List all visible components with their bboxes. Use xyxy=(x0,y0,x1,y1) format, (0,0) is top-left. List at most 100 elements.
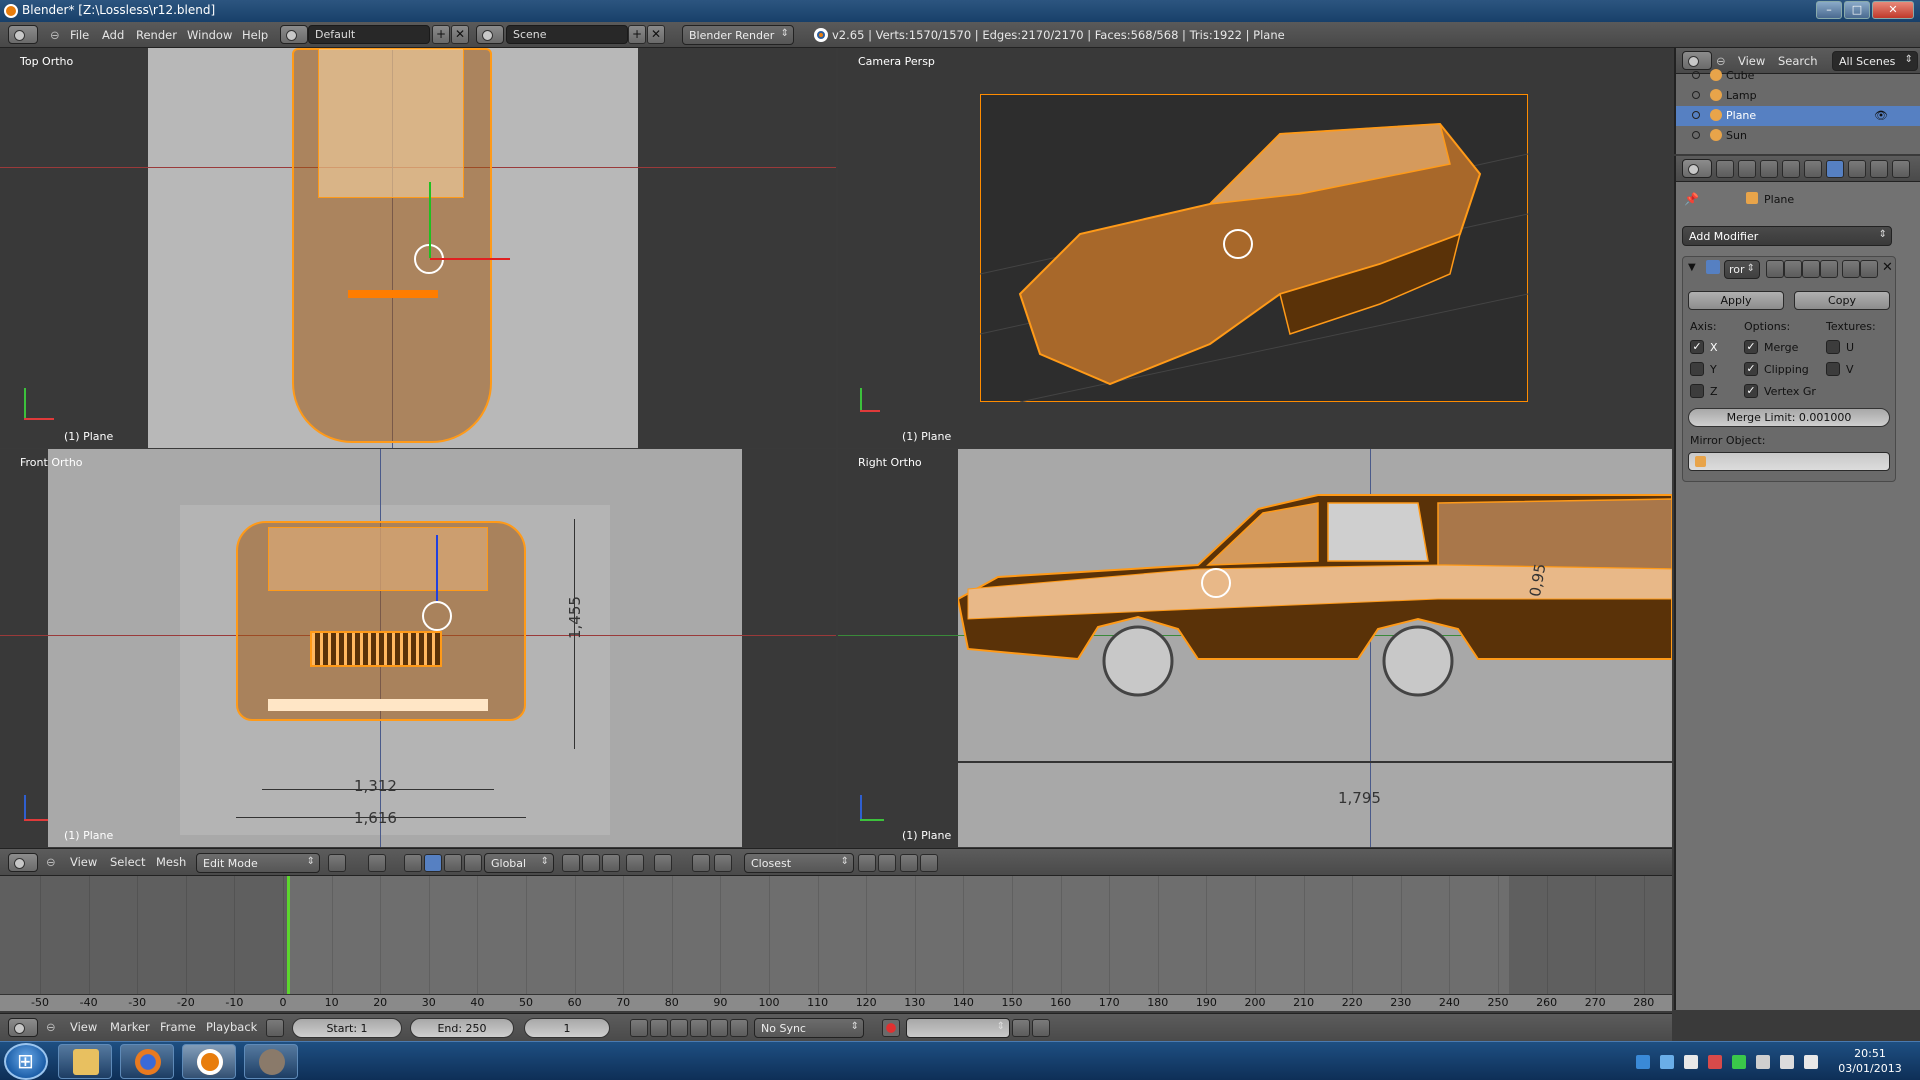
menu-help[interactable]: Help xyxy=(242,28,268,42)
scene-icon[interactable] xyxy=(476,25,504,44)
snap-toggle-icon[interactable] xyxy=(692,854,710,872)
tray-volume-icon[interactable] xyxy=(1804,1055,1818,1069)
axis-y-checkbox[interactable] xyxy=(1690,362,1704,376)
menu-marker[interactable]: Marker xyxy=(110,1020,150,1034)
add-layout-button[interactable]: + xyxy=(432,25,450,44)
expand-icon[interactable] xyxy=(1692,131,1700,139)
taskbar-firefox[interactable] xyxy=(120,1044,174,1079)
collapse-modifier-icon[interactable]: ▼ xyxy=(1688,262,1696,273)
remove-layout-button[interactable]: ✕ xyxy=(451,25,469,44)
modifier-render-toggle-icon[interactable] xyxy=(1766,260,1784,278)
editor-type-icon[interactable] xyxy=(8,25,38,44)
snap-target-dropdown[interactable]: Closest xyxy=(744,853,854,873)
play-reverse-icon[interactable] xyxy=(670,1019,688,1037)
y-arrow[interactable] xyxy=(429,182,431,258)
modifier-editmode-toggle-icon[interactable] xyxy=(1802,260,1820,278)
keying-set-field[interactable] xyxy=(906,1018,1010,1038)
merge-checkbox[interactable]: ✓ xyxy=(1744,340,1758,354)
editor-type-icon[interactable] xyxy=(8,853,38,872)
viewport-front-ortho[interactable]: 1,455 1,312 1,616 Front Ortho (1) Plane xyxy=(0,449,836,847)
transform-widget[interactable] xyxy=(422,601,452,631)
z-arrow[interactable] xyxy=(436,535,438,601)
taskbar-gimp[interactable] xyxy=(244,1044,298,1079)
menu-playback[interactable]: Playback xyxy=(206,1020,257,1034)
scale-manipulator-icon[interactable] xyxy=(464,854,482,872)
end-frame-field[interactable]: End: 250 xyxy=(410,1018,514,1038)
move-up-icon[interactable] xyxy=(1842,260,1860,278)
outliner-item-sun[interactable]: Sun xyxy=(1676,126,1920,146)
remove-scene-button[interactable]: ✕ xyxy=(647,25,665,44)
tray-network-icon[interactable] xyxy=(1636,1055,1650,1069)
maximize-button[interactable]: □ xyxy=(1844,1,1870,19)
texture-u-checkbox[interactable] xyxy=(1826,340,1840,354)
taskbar-explorer[interactable] xyxy=(58,1044,112,1079)
insert-keyframe-icon[interactable] xyxy=(1012,1019,1030,1037)
modifiers-tab-icon[interactable] xyxy=(1826,160,1844,178)
tray-update-icon[interactable] xyxy=(1684,1055,1698,1069)
properties-panel[interactable]: 📌 Plane Add Modifier ▼ ror ✕ Apply Copy … xyxy=(1674,156,1920,1010)
jump-end-icon[interactable] xyxy=(730,1019,748,1037)
render-anim-icon[interactable] xyxy=(878,854,896,872)
mode-dropdown[interactable]: Edit Mode xyxy=(196,853,320,873)
camera-car-render[interactable] xyxy=(980,94,1528,402)
timeline-editor[interactable]: -50 -40 -30 -20 -10 0 10 20 30 40 50 60 70 80 90 100 110… xyxy=(0,876,1672,1011)
opengl-render-icon[interactable] xyxy=(900,854,918,872)
system-clock[interactable]: 20:51 03/01/2013 xyxy=(1830,1046,1910,1076)
editor-type-icon[interactable] xyxy=(8,1018,38,1037)
viewport-top-ortho[interactable]: Top Ortho (1) Plane xyxy=(0,48,836,448)
play-icon[interactable] xyxy=(690,1019,708,1037)
outliner-item-cube[interactable]: Cube xyxy=(1676,66,1920,86)
side-car-mesh[interactable] xyxy=(958,489,1672,749)
remove-modifier-icon[interactable]: ✕ xyxy=(1882,260,1893,275)
clipping-checkbox[interactable]: ✓ xyxy=(1744,362,1758,376)
pin-icon[interactable]: 📌 xyxy=(1684,192,1699,206)
timeline-ruler[interactable]: -50 -40 -30 -20 -10 0 10 20 30 40 50 60 70 80 90 100 110… xyxy=(0,994,1672,1011)
jump-start-icon[interactable] xyxy=(630,1019,648,1037)
next-keyframe-icon[interactable] xyxy=(710,1019,728,1037)
move-down-icon[interactable] xyxy=(1860,260,1878,278)
viewport-right-ortho[interactable]: 1,795 0,95 Right Ortho (1) Plane xyxy=(838,449,1672,847)
scene-field[interactable]: Scene xyxy=(506,25,628,44)
expand-icon[interactable] xyxy=(1692,71,1700,79)
render-engine-dropdown[interactable]: Blender Render xyxy=(682,25,794,45)
outliner-item-plane[interactable]: Plane 👁 xyxy=(1676,106,1920,126)
pivot-point-icon[interactable] xyxy=(368,854,386,872)
collapse-menu-icon[interactable]: ⊖ xyxy=(50,28,60,42)
close-button[interactable]: ✕ xyxy=(1872,1,1914,19)
axis-z-checkbox[interactable] xyxy=(1690,384,1704,398)
menu-view[interactable]: View xyxy=(70,1020,97,1034)
modifier-name-field[interactable]: ror xyxy=(1724,260,1760,279)
render-still-icon[interactable] xyxy=(858,854,876,872)
rotate-manipulator-icon[interactable] xyxy=(444,854,462,872)
minimize-button[interactable]: – xyxy=(1816,1,1842,19)
x-arrow[interactable] xyxy=(430,258,510,260)
menu-frame[interactable]: Frame xyxy=(160,1020,196,1034)
current-frame-cursor[interactable] xyxy=(286,876,290,996)
mirror-object-field[interactable] xyxy=(1688,452,1890,471)
collapse-menu-icon[interactable]: ⊖ xyxy=(46,855,56,869)
start-button[interactable] xyxy=(4,1043,48,1080)
editor-type-icon[interactable] xyxy=(1682,159,1712,178)
collapse-menu-icon[interactable]: ⊖ xyxy=(46,1020,56,1034)
taskbar-blender[interactable] xyxy=(182,1044,236,1079)
tray-security-icon[interactable] xyxy=(1708,1055,1722,1069)
menu-mesh[interactable]: Mesh xyxy=(156,855,186,869)
object-tab-icon[interactable] xyxy=(1782,160,1800,178)
limit-selection-icon[interactable] xyxy=(626,854,644,872)
tray-app-icon[interactable] xyxy=(1660,1055,1674,1069)
menu-add[interactable]: Add xyxy=(102,28,124,42)
add-scene-button[interactable]: + xyxy=(628,25,646,44)
tray-battery-icon[interactable] xyxy=(1780,1055,1794,1069)
outliner-panel[interactable]: ⊖ View Search All Scenes Cube Lamp Plane… xyxy=(1674,48,1920,154)
texture-tab-icon[interactable] xyxy=(1892,160,1910,178)
screen-layout-icon[interactable] xyxy=(280,25,308,44)
merge-limit-field[interactable]: Merge Limit: 0.001000 xyxy=(1688,408,1890,427)
preview-range-icon[interactable] xyxy=(266,1019,284,1037)
viewport-camera-persp[interactable]: Camera Persp (1) Plane xyxy=(838,48,1672,448)
edge-select-icon[interactable] xyxy=(582,854,600,872)
opengl-anim-icon[interactable] xyxy=(920,854,938,872)
apply-button[interactable]: Apply xyxy=(1688,291,1784,310)
snap-element-icon[interactable] xyxy=(714,854,732,872)
prev-keyframe-icon[interactable] xyxy=(650,1019,668,1037)
manipulator-toggle-icon[interactable] xyxy=(404,854,422,872)
